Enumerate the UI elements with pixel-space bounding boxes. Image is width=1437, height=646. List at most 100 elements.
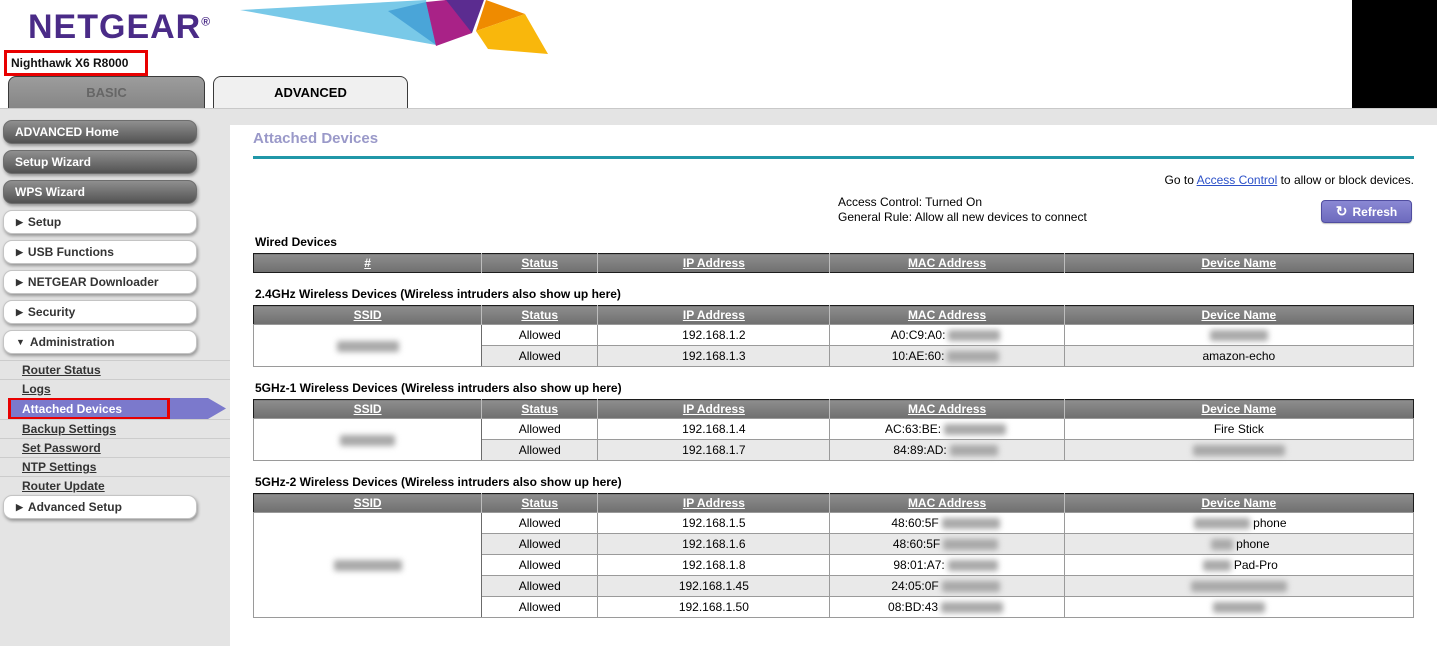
column-header-ip-address[interactable]: IP Address bbox=[598, 494, 830, 513]
sidebar-item-backup-settings[interactable]: Backup Settings bbox=[0, 419, 230, 438]
column-header-ssid[interactable]: SSID bbox=[254, 400, 482, 419]
sidebar-item-ntp-settings[interactable]: NTP Settings bbox=[0, 457, 230, 476]
tab-basic[interactable]: BASIC bbox=[8, 76, 205, 108]
chevron-down-icon: ▼ bbox=[16, 337, 25, 347]
column-header-ip-address[interactable]: IP Address bbox=[598, 254, 830, 273]
sidebar-item-label: ADVANCED Home bbox=[15, 125, 119, 139]
status-cell: Allowed bbox=[482, 513, 598, 534]
table-row: Allowed192.168.1.2A0:C9:A0: bbox=[254, 325, 1414, 346]
ip-address-cell: 192.168.1.6 bbox=[598, 534, 830, 555]
sidebar-sublinks: Router Status Logs Attached Devices Backup … bbox=[0, 360, 230, 495]
status-cell: Allowed bbox=[482, 555, 598, 576]
sidebar-item-setup[interactable]: ▶Setup bbox=[3, 210, 197, 234]
sidebar-item-attached-devices[interactable]: Attached Devices bbox=[8, 398, 226, 419]
table-row: Allowed192.168.1.4AC:63:BE:Fire Stick bbox=[254, 419, 1414, 440]
page-title: Attached Devices bbox=[253, 130, 1414, 147]
ip-address-cell: 192.168.1.2 bbox=[598, 325, 830, 346]
column-header-status[interactable]: Status bbox=[482, 306, 598, 325]
ip-address-cell: 192.168.1.4 bbox=[598, 419, 830, 440]
column-header-device-name[interactable]: Device Name bbox=[1064, 306, 1413, 325]
sidebar-item-advanced-setup[interactable]: ▶Advanced Setup bbox=[3, 495, 197, 519]
sidebar-item-router-update[interactable]: Router Update bbox=[0, 476, 230, 495]
model-annotation-box: Nighthawk X6 R8000 bbox=[4, 50, 148, 76]
column-header-ssid[interactable]: SSID bbox=[254, 306, 482, 325]
device-table: SSIDStatusIP AddressMAC AddressDevice Na… bbox=[253, 399, 1414, 461]
status-cell: Allowed bbox=[482, 576, 598, 597]
device-name-cell bbox=[1064, 325, 1413, 346]
sidebar-item-label: Advanced Setup bbox=[28, 500, 122, 514]
sidebar-link-label: Logs bbox=[22, 382, 51, 396]
sidebar-item-router-status[interactable]: Router Status bbox=[0, 360, 230, 379]
sidebar-link-label: Attached Devices bbox=[22, 402, 122, 416]
status-cell: Allowed bbox=[482, 597, 598, 618]
column-header-mac-address[interactable]: MAC Address bbox=[830, 400, 1064, 419]
sidebar-item-wps-wizard[interactable]: WPS Wizard bbox=[3, 180, 197, 204]
mac-address-cell: 84:89:AD: bbox=[830, 440, 1064, 461]
sidebar-item-setup-wizard[interactable]: Setup Wizard bbox=[3, 150, 197, 174]
redacted-blur bbox=[337, 341, 399, 352]
mac-address-cell: 48:60:5F bbox=[830, 513, 1064, 534]
sidebar-item-logs[interactable]: Logs bbox=[0, 379, 230, 398]
column-header-ip-address[interactable]: IP Address bbox=[598, 306, 830, 325]
access-control-link[interactable]: Access Control bbox=[1197, 173, 1278, 187]
redacted-blur bbox=[1210, 330, 1268, 341]
column-header-device-name[interactable]: Device Name bbox=[1064, 400, 1413, 419]
cell-text: 98:01:A7: bbox=[893, 558, 944, 572]
router-admin-page: NETGEAR® Nighthawk X6 R8000 BASIC ADVANC… bbox=[0, 0, 1437, 646]
registered-mark: ® bbox=[201, 15, 211, 29]
table-header-row: SSIDStatusIP AddressMAC AddressDevice Na… bbox=[254, 400, 1414, 419]
redacted-blur bbox=[944, 424, 1006, 435]
device-table: SSIDStatusIP AddressMAC AddressDevice Na… bbox=[253, 493, 1414, 618]
sidebar-item-usb-functions[interactable]: ▶USB Functions bbox=[3, 240, 197, 264]
sidebar-item-advanced-home[interactable]: ADVANCED Home bbox=[3, 120, 197, 144]
redacted-blur bbox=[942, 518, 1000, 529]
sidebar-item-security[interactable]: ▶Security bbox=[3, 300, 197, 324]
redacted-blur bbox=[1213, 602, 1265, 613]
section-label-2-4ghz-wireless-devices: 2.4GHz Wireless Devices (Wireless intrud… bbox=[255, 287, 1414, 301]
redacted-blur bbox=[1211, 539, 1233, 550]
cell-text: phone bbox=[1253, 516, 1286, 530]
goto-prefix: Go to bbox=[1165, 173, 1197, 187]
status-cell: Allowed bbox=[482, 346, 598, 367]
sidebar-item-netgear-downloader[interactable]: ▶NETGEAR Downloader bbox=[3, 270, 197, 294]
refresh-button[interactable]: ↻ Refresh bbox=[1321, 200, 1412, 223]
column-header-mac-address[interactable]: MAC Address bbox=[830, 306, 1064, 325]
column-header-status[interactable]: Status bbox=[482, 400, 598, 419]
cell-text: 48:60:5F bbox=[891, 516, 938, 530]
redacted-blur bbox=[942, 581, 1000, 592]
redacted-blur bbox=[941, 602, 1003, 613]
model-name: Nighthawk X6 R8000 bbox=[7, 56, 128, 70]
column-header-number[interactable]: # bbox=[254, 254, 482, 273]
redacted-blur bbox=[340, 435, 395, 446]
redacted-blur bbox=[950, 445, 998, 456]
ssid-cell bbox=[254, 325, 482, 367]
column-header-status[interactable]: Status bbox=[482, 494, 598, 513]
column-header-status[interactable]: Status bbox=[482, 254, 598, 273]
column-header-ssid[interactable]: SSID bbox=[254, 494, 482, 513]
column-header-ip-address[interactable]: IP Address bbox=[598, 400, 830, 419]
status-cell: Allowed bbox=[482, 440, 598, 461]
mac-address-cell: A0:C9:A0: bbox=[830, 325, 1064, 346]
device-name-cell bbox=[1064, 597, 1413, 618]
column-header-device-name[interactable]: Device Name bbox=[1064, 494, 1413, 513]
sidebar-item-set-password[interactable]: Set Password bbox=[0, 438, 230, 457]
column-header-mac-address[interactable]: MAC Address bbox=[830, 254, 1064, 273]
refresh-label: Refresh bbox=[1353, 205, 1398, 219]
tab-advanced[interactable]: ADVANCED bbox=[213, 76, 408, 108]
cell-text: A0:C9:A0: bbox=[891, 328, 946, 342]
main-content: Attached Devices Go to Access Control to… bbox=[230, 125, 1437, 646]
ssid-cell bbox=[254, 513, 482, 618]
cell-text: 24:05:0F bbox=[891, 579, 938, 593]
ip-address-cell: 192.168.1.5 bbox=[598, 513, 830, 534]
table-row: Allowed192.168.1.5 48:60:5F phone bbox=[254, 513, 1414, 534]
sidebar-link-label: Router Update bbox=[22, 479, 105, 493]
column-header-device-name[interactable]: Device Name bbox=[1064, 254, 1413, 273]
sidebar-link-label: NTP Settings bbox=[22, 460, 96, 474]
status-row: Access Control: Turned On General Rule: … bbox=[253, 191, 1414, 235]
sidebar: ADVANCED Home Setup Wizard WPS Wizard ▶Setu… bbox=[0, 120, 230, 525]
device-name-cell: Pad-Pro bbox=[1064, 555, 1413, 576]
column-header-mac-address[interactable]: MAC Address bbox=[830, 494, 1064, 513]
redacted-blur bbox=[948, 330, 1000, 341]
redacted-blur bbox=[943, 539, 998, 550]
sidebar-item-administration[interactable]: ▼Administration bbox=[3, 330, 197, 354]
